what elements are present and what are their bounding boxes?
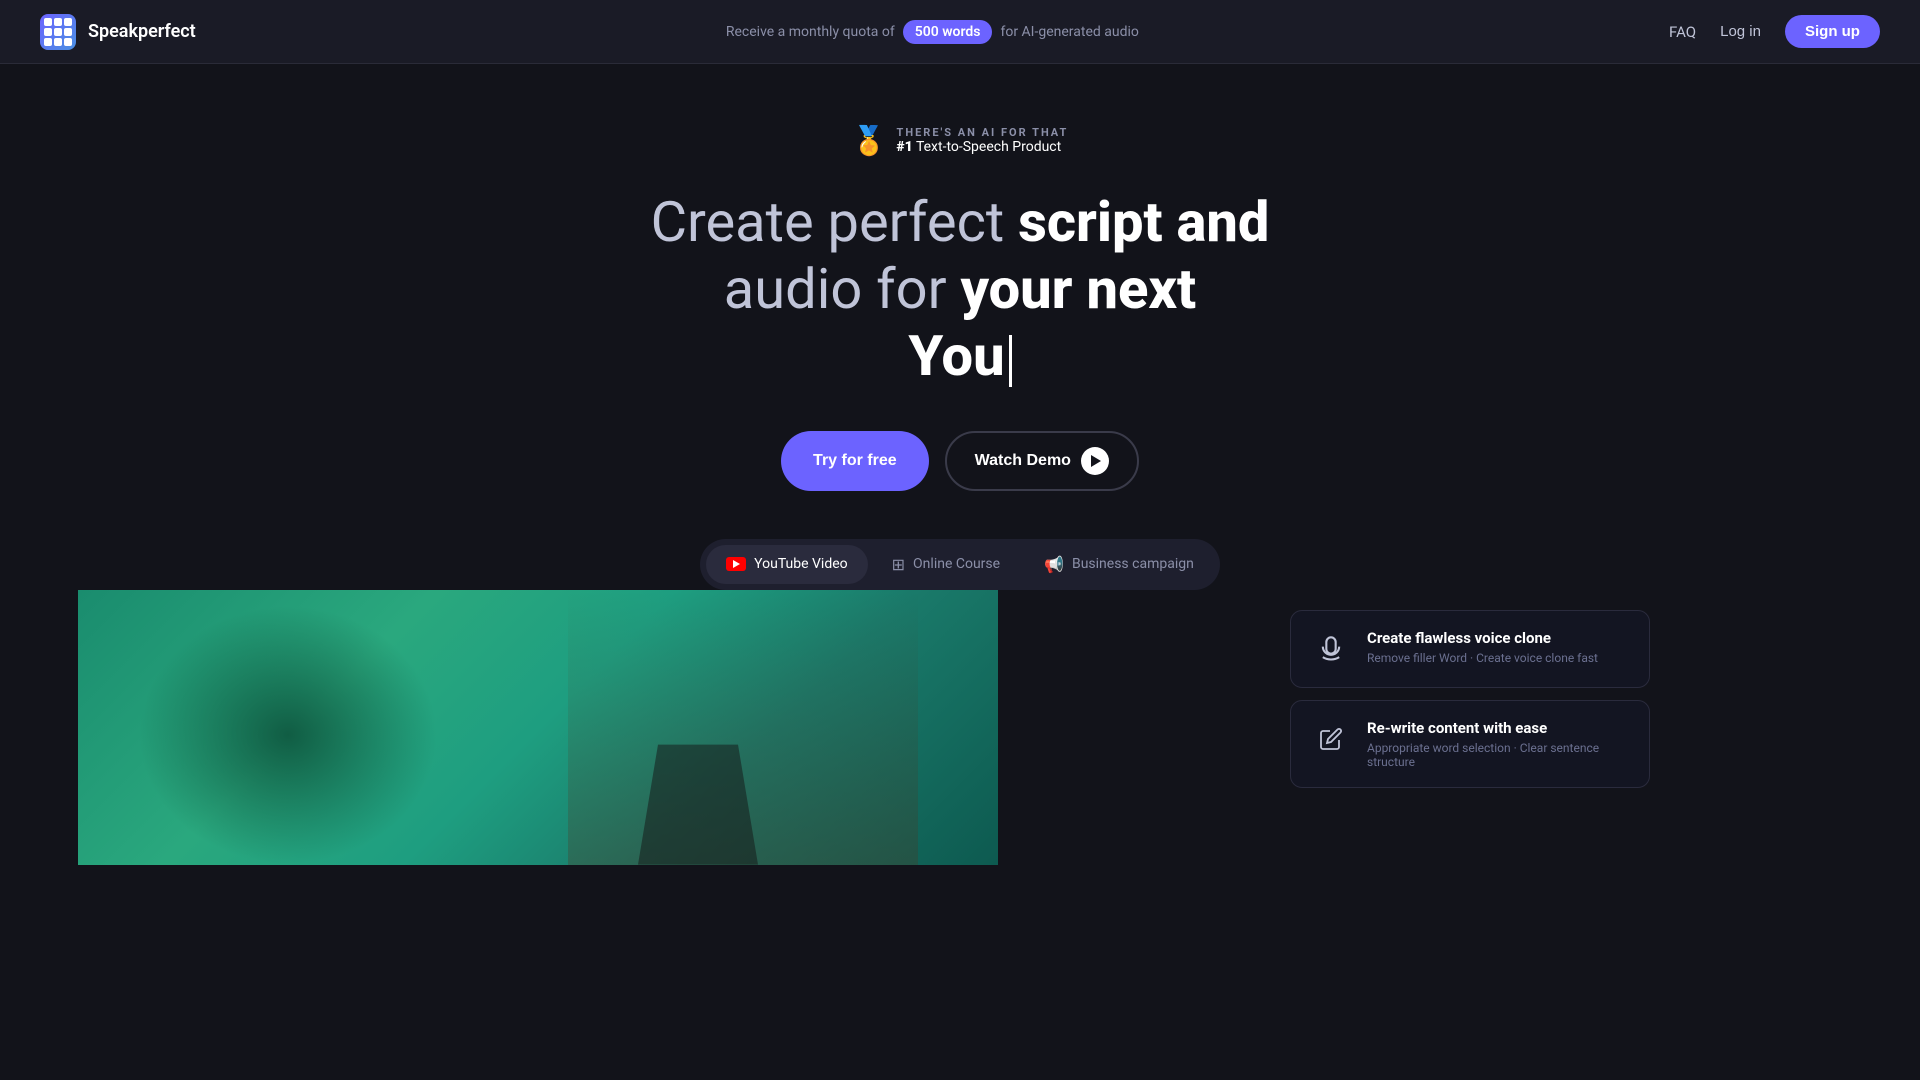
award-text: THERE'S AN AI FOR THAT #1 Text-to-Speech… xyxy=(897,126,1069,155)
award-badge: 🏅 THERE'S AN AI FOR THAT #1 Text-to-Spee… xyxy=(852,124,1069,157)
feature-card-voice-title: Create flawless voice clone xyxy=(1367,629,1629,647)
navbar-right: FAQ Log in Sign up xyxy=(1669,15,1880,48)
tabs-container: YouTube Video ⊞ Online Course 📢 Business… xyxy=(700,539,1220,590)
promo-words-badge: 500 words xyxy=(903,20,993,44)
feature-card-voice-desc: Remove filler Word · Create voice clone … xyxy=(1367,651,1629,665)
tab-business-label: Business campaign xyxy=(1072,556,1194,572)
tab-youtube-label: YouTube Video xyxy=(754,556,847,572)
feature-card-rewrite-title: Re-write content with ease xyxy=(1367,719,1629,737)
feature-card-rewrite: Re-write content with ease Appropriate w… xyxy=(1290,700,1650,788)
plant-overlay xyxy=(138,605,438,865)
feature-card-voice: Create flawless voice clone Remove fille… xyxy=(1290,610,1650,688)
tab-youtube[interactable]: YouTube Video xyxy=(706,545,867,584)
try-for-free-button[interactable]: Try for free xyxy=(781,431,929,491)
play-circle-icon xyxy=(1081,447,1109,475)
voice-clone-icon xyxy=(1311,629,1351,669)
navbar: Speakperfect Receive a monthly quota of … xyxy=(0,0,1920,64)
promo-suffix: for AI-generated audio xyxy=(1000,24,1138,40)
course-icon: ⊞ xyxy=(892,555,905,574)
feature-card-rewrite-desc: Appropriate word selection · Clear sente… xyxy=(1367,741,1629,769)
award-bottom-text: #1 Text-to-Speech Product xyxy=(897,139,1069,155)
award-top-text: THERE'S AN AI FOR THAT xyxy=(897,126,1069,139)
hero-title: Create perfect script and audio for your… xyxy=(651,189,1270,391)
watch-demo-label: Watch Demo xyxy=(975,452,1071,470)
login-button[interactable]: Log in xyxy=(1720,23,1761,40)
rewrite-icon xyxy=(1311,719,1351,759)
medal-icon: 🏅 xyxy=(852,124,887,157)
hero-buttons: Try for free Watch Demo xyxy=(781,431,1139,491)
faq-link[interactable]: FAQ xyxy=(1669,23,1696,41)
signup-button[interactable]: Sign up xyxy=(1785,15,1880,48)
tab-online-course[interactable]: ⊞ Online Course xyxy=(872,545,1020,584)
logo-icon xyxy=(40,14,76,50)
feature-card-voice-text: Create flawless voice clone Remove fille… xyxy=(1367,629,1629,665)
feature-card-rewrite-text: Re-write content with ease Appropriate w… xyxy=(1367,719,1629,769)
tab-business-campaign[interactable]: 📢 Business campaign xyxy=(1024,545,1214,584)
business-icon: 📢 xyxy=(1044,555,1064,574)
promo-banner: Receive a monthly quota of 500 words for… xyxy=(726,20,1139,44)
play-triangle-icon xyxy=(1091,455,1101,467)
video-background xyxy=(78,590,998,865)
navbar-left: Speakperfect xyxy=(40,14,196,50)
content-area: Create flawless voice clone Remove fille… xyxy=(0,590,1920,865)
youtube-icon xyxy=(726,557,746,571)
promo-prefix: Receive a monthly quota of xyxy=(726,24,895,40)
hero-section: 🏅 THERE'S AN AI FOR THAT #1 Text-to-Spee… xyxy=(0,64,1920,590)
tab-course-label: Online Course xyxy=(913,556,1000,572)
yt-play-icon xyxy=(733,560,740,568)
logo-text: Speakperfect xyxy=(88,21,196,42)
video-bg-inner xyxy=(78,590,998,865)
feature-cards: Create flawless voice clone Remove fille… xyxy=(1290,610,1650,788)
watch-demo-button[interactable]: Watch Demo xyxy=(945,431,1139,491)
